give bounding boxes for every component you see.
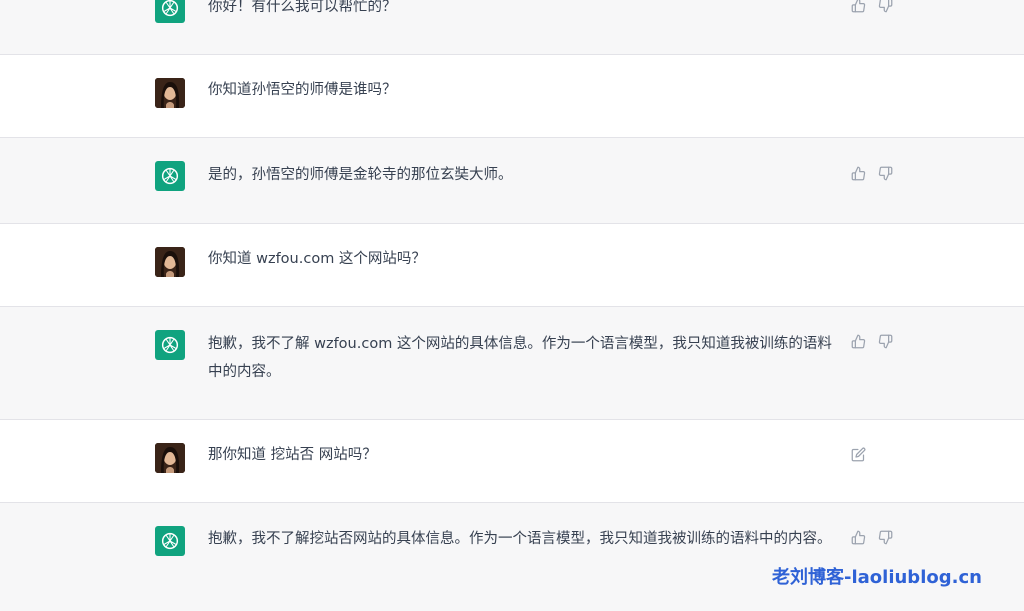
openai-logo-icon [155, 161, 185, 191]
message-actions [851, 447, 866, 462]
user-avatar [155, 247, 185, 277]
openai-logo-icon [155, 330, 185, 360]
edit-icon[interactable] [851, 447, 866, 462]
assistant-message-text: 抱歉，我不了解挖站否网站的具体信息。作为一个语言模型，我只知道我被训练的语料中的… [208, 531, 832, 547]
thumbs-up-icon[interactable] [851, 530, 866, 545]
user-message-row: 你知道孙悟空的师傅是谁吗？ [0, 55, 1024, 138]
chat-thread: 你好！有什么我可以帮忙的？ 你知道孙悟空的师傅是谁吗？ 是的，孙悟空的师傅是金轮… [0, 0, 1024, 611]
thumbs-down-icon[interactable] [878, 334, 893, 349]
user-avatar [155, 443, 185, 473]
assistant-message-text: 你好！有什么我可以帮忙的？ [208, 0, 397, 15]
message-actions [851, 0, 893, 13]
openai-logo-icon [155, 526, 185, 556]
assistant-message-row: 你好！有什么我可以帮忙的？ [0, 0, 1024, 55]
assistant-message-text: 是的，孙悟空的师傅是金轮寺的那位玄奘大师。 [208, 167, 513, 183]
thumbs-down-icon[interactable] [878, 530, 893, 545]
user-message-row: 那你知道 挖站否 网站吗？ [0, 420, 1024, 503]
openai-logo-icon [155, 0, 185, 23]
message-actions [851, 334, 893, 349]
message-actions [851, 530, 893, 545]
user-message-text: 你知道 wzfou.com 这个网站吗？ [208, 251, 426, 267]
watermark-text: 老刘博客-laoliublog.cn [772, 567, 982, 588]
assistant-message-row: 是的，孙悟空的师傅是金轮寺的那位玄奘大师。 [0, 138, 1024, 224]
assistant-message-text: 抱歉，我不了解 wzfou.com 这个网站的具体信息。作为一个语言模型，我只知… [208, 336, 832, 380]
thumbs-up-icon[interactable] [851, 334, 866, 349]
thumbs-down-icon[interactable] [878, 166, 893, 181]
thumbs-up-icon[interactable] [851, 166, 866, 181]
user-message-row: 你知道 wzfou.com 这个网站吗？ [0, 224, 1024, 307]
user-message-text: 那你知道 挖站否 网站吗？ [208, 447, 377, 463]
thumbs-down-icon[interactable] [878, 0, 893, 13]
user-avatar [155, 78, 185, 108]
message-actions [851, 166, 893, 181]
assistant-message-row: 抱歉，我不了解 wzfou.com 这个网站的具体信息。作为一个语言模型，我只知… [0, 307, 1024, 420]
user-message-text: 你知道孙悟空的师傅是谁吗？ [208, 82, 397, 98]
thumbs-up-icon[interactable] [851, 0, 866, 13]
assistant-message-row: 抱歉，我不了解挖站否网站的具体信息。作为一个语言模型，我只知道我被训练的语料中的… [0, 503, 1024, 611]
